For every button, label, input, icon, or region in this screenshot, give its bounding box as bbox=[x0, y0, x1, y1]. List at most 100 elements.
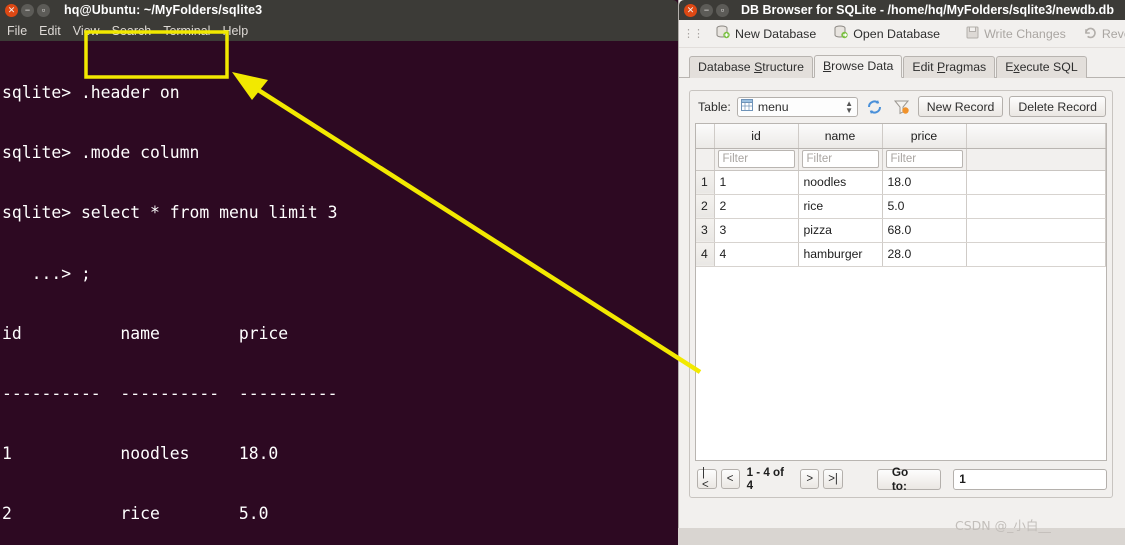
revert-changes-button[interactable]: Revert Ch bbox=[1075, 24, 1125, 44]
clear-filter-button[interactable] bbox=[891, 96, 912, 117]
table-label: Table: bbox=[698, 99, 731, 114]
cell-id[interactable]: 3 bbox=[714, 218, 799, 243]
first-page-button[interactable]: |< bbox=[697, 467, 717, 491]
cell-id[interactable]: 1 bbox=[714, 170, 799, 195]
menu-item-help[interactable]: Help bbox=[222, 24, 248, 38]
toolbar-grip-icon[interactable]: ⋮⋮ bbox=[683, 27, 704, 40]
column-header-filler bbox=[966, 124, 1106, 149]
filter-cell-id: Filter bbox=[714, 148, 799, 171]
desktop-strip bbox=[678, 528, 1125, 545]
revert-changes-icon bbox=[1084, 26, 1097, 42]
terminal-line: 1 noodles 18.0 bbox=[2, 443, 279, 463]
minimize-icon[interactable]: − bbox=[700, 3, 713, 17]
new-database-label: New Database bbox=[735, 26, 817, 41]
refresh-button[interactable] bbox=[864, 96, 885, 117]
terminal-window-controls: ✕ − ▫ bbox=[0, 3, 50, 17]
data-grid[interactable]: id name price Filter Filter Filter 1 1 n… bbox=[695, 123, 1107, 461]
column-header-id[interactable]: id bbox=[714, 124, 799, 149]
goto-input[interactable]: 1 bbox=[953, 468, 1107, 490]
goto-button[interactable]: Go to: bbox=[876, 465, 942, 493]
filter-row: Filter Filter Filter bbox=[696, 148, 1106, 171]
tab-edit-pragmas[interactable]: Edit Pragmas bbox=[903, 56, 996, 78]
tab-database-structure[interactable]: Database Structure bbox=[689, 56, 813, 78]
cell-name[interactable]: rice bbox=[798, 194, 883, 219]
dbbrowser-toolbar: ⋮⋮ New Database Open Database Write Chan… bbox=[679, 20, 1125, 48]
menu-item-edit[interactable]: Edit bbox=[39, 24, 61, 38]
last-page-button[interactable]: >| bbox=[823, 469, 843, 489]
table-header-row: id name price bbox=[696, 124, 1106, 149]
next-page-button[interactable]: > bbox=[800, 469, 820, 489]
write-changes-button[interactable]: Write Changes bbox=[957, 24, 1075, 44]
cell-name[interactable]: hamburger bbox=[798, 242, 883, 267]
terminal-line: 2 rice 5.0 bbox=[2, 504, 269, 524]
filter-rowhdr bbox=[696, 148, 715, 171]
table-select-value: menu bbox=[757, 99, 789, 114]
filter-input-id[interactable]: Filter bbox=[717, 150, 795, 168]
terminal-window: ✕ − ▫ hq@Ubuntu: ~/MyFolders/sqlite3 Fil… bbox=[0, 0, 678, 545]
cell-filler bbox=[966, 170, 1106, 195]
cell-price[interactable]: 68.0 bbox=[882, 218, 967, 243]
terminal-output[interactable]: sqlite> .header on sqlite> .mode column … bbox=[0, 41, 678, 545]
cell-filler bbox=[966, 242, 1106, 267]
cell-id[interactable]: 4 bbox=[714, 242, 799, 267]
terminal-line: id name price bbox=[2, 323, 289, 343]
row-number[interactable]: 4 bbox=[696, 242, 715, 267]
table-row[interactable]: 3 3 pizza 68.0 bbox=[696, 218, 1106, 243]
chevron-updown-icon[interactable]: ▲ ▼ bbox=[845, 99, 853, 114]
menu-item-search[interactable]: Search bbox=[112, 24, 152, 38]
filter-input-name[interactable]: Filter bbox=[801, 150, 879, 168]
delete-record-button[interactable]: Delete Record bbox=[1009, 96, 1106, 117]
cell-price[interactable]: 18.0 bbox=[882, 170, 967, 195]
terminal-title: hq@Ubuntu: ~/MyFolders/sqlite3 bbox=[64, 3, 263, 17]
menu-item-file[interactable]: File bbox=[7, 24, 27, 38]
filter-cell-name: Filter bbox=[798, 148, 883, 171]
write-changes-label: Write Changes bbox=[984, 26, 1066, 41]
tab-execute-sql[interactable]: Execute SQL bbox=[996, 56, 1087, 78]
dbbrowser-titlebar: ✕ − ▫ DB Browser for SQLite - /home/hq/M… bbox=[679, 0, 1125, 20]
terminal-line: sqlite> .mode column bbox=[2, 143, 200, 163]
table-row[interactable]: 1 1 noodles 18.0 bbox=[696, 170, 1106, 195]
cell-name[interactable]: noodles bbox=[798, 170, 883, 195]
tab-browse-data[interactable]: Browse Data bbox=[813, 55, 903, 78]
new-record-button[interactable]: New Record bbox=[917, 96, 1004, 117]
row-number[interactable]: 3 bbox=[696, 218, 715, 243]
minimize-icon[interactable]: − bbox=[21, 3, 34, 17]
record-pager: |< < 1 - 4 of 4 > >| Go to: 1 bbox=[695, 465, 1107, 493]
close-icon[interactable]: ✕ bbox=[684, 3, 697, 17]
column-header-price[interactable]: price bbox=[882, 124, 967, 149]
database-open-icon bbox=[834, 25, 848, 42]
browse-data-panel: Table: menu ▲▼ New Record Delete Record bbox=[689, 90, 1113, 498]
database-add-icon bbox=[716, 25, 730, 42]
menu-item-terminal[interactable]: Terminal bbox=[163, 24, 210, 38]
open-database-button[interactable]: Open Database bbox=[825, 23, 949, 44]
cell-id[interactable]: 2 bbox=[714, 194, 799, 219]
prev-page-button[interactable]: < bbox=[720, 469, 740, 489]
dbbrowser-tabs: Database Structure Browse Data Edit Prag… bbox=[679, 54, 1125, 78]
cell-filler bbox=[966, 218, 1106, 243]
open-database-label: Open Database bbox=[853, 26, 941, 41]
new-database-button[interactable]: New Database bbox=[707, 23, 825, 44]
maximize-icon[interactable]: ▫ bbox=[716, 3, 729, 17]
row-number[interactable]: 1 bbox=[696, 170, 715, 195]
row-number[interactable]: 2 bbox=[696, 194, 715, 219]
close-icon[interactable]: ✕ bbox=[5, 3, 18, 17]
terminal-line: ---------- ---------- ---------- bbox=[2, 383, 338, 403]
filter-cell-filler bbox=[966, 148, 1106, 171]
cell-price[interactable]: 5.0 bbox=[882, 194, 967, 219]
column-header-name[interactable]: name bbox=[798, 124, 883, 149]
table-row[interactable]: 4 4 hamburger 28.0 bbox=[696, 242, 1106, 267]
grid-corner[interactable] bbox=[696, 124, 715, 149]
dbbrowser-window-controls: ✕ − ▫ bbox=[679, 3, 729, 17]
cell-filler bbox=[966, 194, 1106, 219]
menu-item-view[interactable]: View bbox=[73, 24, 100, 38]
terminal-line: sqlite> .header on bbox=[2, 83, 180, 103]
record-range-label: 1 - 4 of 4 bbox=[746, 466, 784, 492]
maximize-icon[interactable]: ▫ bbox=[37, 3, 50, 17]
cell-name[interactable]: pizza bbox=[798, 218, 883, 243]
filter-input-price[interactable]: Filter bbox=[885, 150, 963, 168]
cell-price[interactable]: 28.0 bbox=[882, 242, 967, 267]
dbbrowser-title: DB Browser for SQLite - /home/hq/MyFolde… bbox=[741, 3, 1114, 17]
table-row[interactable]: 2 2 rice 5.0 bbox=[696, 194, 1106, 219]
table-select[interactable]: menu ▲ ▼ bbox=[736, 96, 858, 117]
terminal-line: ...> ; bbox=[2, 263, 91, 283]
